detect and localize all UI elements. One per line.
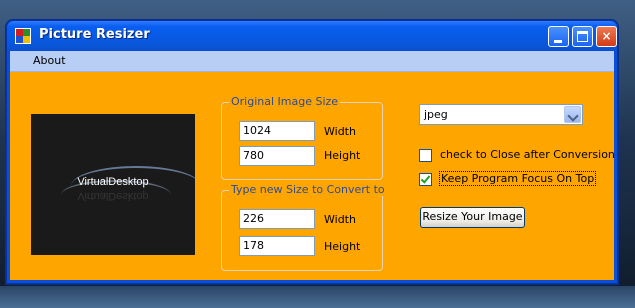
close-button[interactable]: × — [596, 26, 617, 47]
minimize-button[interactable] — [548, 26, 569, 47]
maximize-icon — [577, 31, 588, 42]
image-preview: VirtualDesktop VirtualDesktop — [31, 114, 195, 255]
preview-caption-reflection: VirtualDesktop — [77, 190, 149, 202]
desktop-background — [0, 286, 635, 308]
app-icon — [15, 28, 31, 44]
app-window: Picture Resizer × About VirtualDesktop V… — [6, 20, 618, 284]
client-area: VirtualDesktop VirtualDesktop Original I… — [10, 72, 616, 280]
close-after-label[interactable]: check to Close after Conversion — [439, 148, 616, 161]
original-width-label: Width — [324, 125, 356, 138]
new-size-group: Type new Size to Convert to 226 Width 17… — [221, 183, 387, 271]
new-width-label: Width — [324, 213, 356, 226]
new-width-field[interactable]: 226 — [239, 209, 315, 229]
window-title: Picture Resizer — [39, 27, 150, 42]
original-size-legend: Original Image Size — [229, 95, 341, 108]
resize-button[interactable]: Resize Your Image — [420, 207, 525, 228]
maximize-button[interactable] — [572, 26, 593, 47]
format-dropdown-value: jpeg — [424, 108, 448, 121]
close-icon: × — [601, 29, 612, 43]
keep-on-top-checkbox[interactable] — [419, 173, 432, 186]
format-dropdown[interactable]: jpeg — [419, 104, 583, 125]
new-height-field[interactable]: 178 — [239, 236, 315, 256]
menu-bar: About — [10, 51, 614, 72]
original-width-field[interactable]: 1024 — [239, 121, 315, 141]
checkmark-icon — [420, 173, 431, 184]
preview-caption: VirtualDesktop — [77, 176, 149, 188]
original-height-label: Height — [324, 149, 361, 162]
original-height-field[interactable]: 780 — [239, 146, 315, 166]
menu-item-about[interactable]: About — [33, 54, 66, 67]
new-height-label: Height — [324, 240, 361, 253]
keep-on-top-label[interactable]: Keep Program Focus On Top — [439, 171, 597, 186]
new-size-legend: Type new Size to Convert to — [229, 183, 387, 196]
title-bar[interactable]: Picture Resizer × — [7, 21, 617, 51]
original-size-group: Original Image Size 1024 Width 780 Heigh… — [221, 95, 383, 180]
close-after-checkbox[interactable] — [419, 149, 432, 162]
minimize-icon — [554, 40, 562, 43]
chevron-down-icon[interactable] — [564, 106, 581, 123]
